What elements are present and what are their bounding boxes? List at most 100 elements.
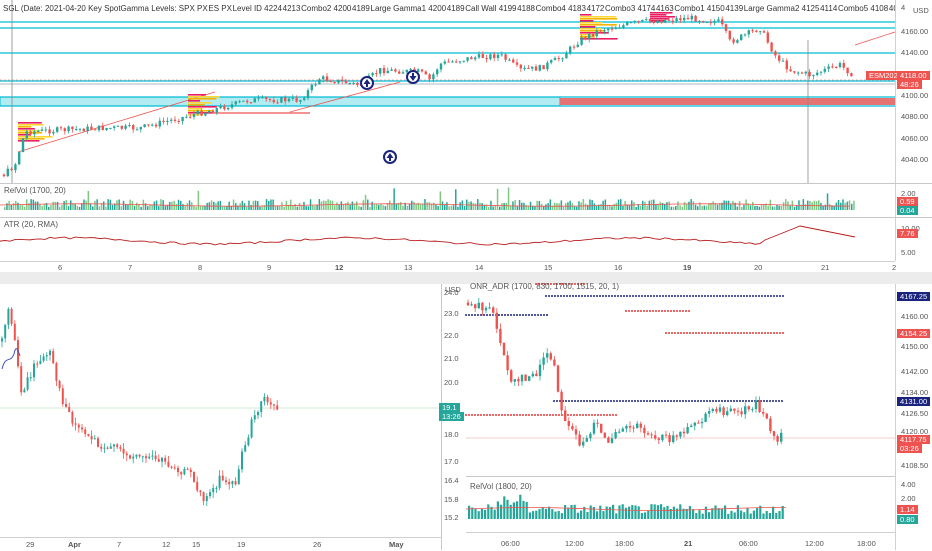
onr-level-dot bbox=[716, 332, 718, 334]
candle-body bbox=[260, 401, 263, 413]
volume-profile-bar bbox=[188, 94, 206, 96]
onr-level-dot bbox=[620, 295, 622, 297]
candle-body bbox=[386, 70, 389, 74]
candle-body bbox=[842, 63, 845, 68]
relvol-bar bbox=[703, 205, 706, 210]
candle-body bbox=[755, 30, 758, 32]
relvol-bar bbox=[501, 203, 503, 210]
relvol-bar bbox=[149, 205, 151, 210]
relvol-bar bbox=[96, 199, 98, 210]
candle-body bbox=[492, 307, 495, 313]
onr-level-dot bbox=[576, 414, 578, 416]
volume-profile-bar bbox=[580, 22, 603, 24]
candle-body bbox=[502, 342, 506, 356]
price-tick: 4160.00 bbox=[901, 27, 929, 36]
onr-level-dot bbox=[767, 295, 769, 297]
candle-body bbox=[390, 69, 393, 71]
onr-level-dot bbox=[661, 400, 663, 402]
date-tick: 26 bbox=[313, 540, 322, 549]
left-chart-panel[interactable]: 29 Apr 7 12 15 19 26 May bbox=[0, 284, 441, 550]
candle-body bbox=[208, 110, 211, 113]
relvol-bar bbox=[424, 199, 426, 210]
candle-body bbox=[177, 467, 179, 473]
relvol-bar bbox=[714, 505, 717, 519]
relvol-bar bbox=[413, 201, 415, 210]
candle-body bbox=[477, 302, 480, 309]
onr-level-dot bbox=[712, 400, 714, 402]
candle-body bbox=[199, 490, 202, 493]
candle-body bbox=[694, 15, 697, 22]
onr-level-dot bbox=[673, 310, 675, 312]
onr-level-dot bbox=[468, 314, 470, 316]
relvol-bar bbox=[164, 205, 167, 210]
relvol-bar bbox=[756, 205, 758, 210]
onr-level-dot bbox=[779, 295, 781, 297]
candle-body bbox=[44, 129, 47, 131]
relvol-bar bbox=[745, 199, 747, 210]
onr-level-dot bbox=[574, 400, 576, 402]
layout-divider[interactable] bbox=[0, 272, 932, 284]
onr-level-dot bbox=[704, 295, 706, 297]
relvol-bar bbox=[548, 506, 551, 519]
candle-body bbox=[105, 127, 108, 130]
relvol-bar bbox=[640, 513, 643, 519]
price-tick: 4040.00 bbox=[901, 155, 929, 164]
candle-body bbox=[664, 434, 668, 436]
relvol-bar bbox=[76, 205, 79, 210]
relvol-bar bbox=[842, 199, 844, 210]
left-time-axis[interactable]: 29 Apr 7 12 15 19 26 May bbox=[0, 537, 441, 551]
relvol-bar bbox=[395, 204, 398, 210]
main-price-axis[interactable]: 4 USD 4160.00 4140.00 4100.00 4080.00 40… bbox=[895, 0, 932, 183]
onr-level-dot bbox=[739, 400, 741, 402]
onr-level-dot bbox=[575, 295, 577, 297]
time-tick: 06:00 bbox=[739, 539, 758, 548]
candle-body bbox=[451, 61, 454, 63]
onr-price-plot[interactable] bbox=[465, 283, 895, 476]
onr-level-dot bbox=[688, 400, 690, 402]
left-price-plot[interactable] bbox=[0, 284, 441, 538]
relvol-bar bbox=[535, 510, 538, 519]
candle-body bbox=[470, 57, 473, 60]
relvol-bar bbox=[349, 204, 351, 210]
main-chart-panel[interactable]: SGL (Date: 2021-04-20 Key SpotGamma Leve… bbox=[0, 0, 932, 272]
candle-body bbox=[567, 421, 570, 427]
relvol-bar bbox=[738, 201, 741, 210]
onr-level-dot bbox=[746, 295, 748, 297]
relvol-bar bbox=[367, 199, 369, 210]
relvol-bar bbox=[406, 205, 409, 210]
main-price-plot[interactable] bbox=[0, 0, 896, 183]
atr-line bbox=[0, 225, 856, 246]
relvol-bar bbox=[400, 202, 402, 210]
relvol-bar bbox=[448, 206, 450, 210]
candle-body bbox=[686, 17, 690, 20]
relvol-label: RelVol (1700, 20) bbox=[4, 186, 66, 195]
relvol-bar bbox=[323, 200, 325, 210]
onr-level-dot bbox=[722, 295, 724, 297]
onr-level-dot bbox=[628, 400, 630, 402]
relvol-bar bbox=[573, 206, 576, 210]
candle-body bbox=[664, 19, 667, 23]
onr-level-dot bbox=[540, 314, 542, 316]
candle-body bbox=[52, 350, 55, 364]
candle-body bbox=[257, 412, 259, 416]
candle-body bbox=[517, 379, 520, 382]
relvol-bar bbox=[666, 202, 668, 210]
relvol-bar bbox=[87, 190, 90, 210]
onr-chart-panel[interactable]: ONR_ADR (1700, 830, 1700, 1515, 20, 1) R… bbox=[465, 282, 895, 551]
candle-body bbox=[116, 444, 119, 448]
vix-tick: 20.0 bbox=[444, 378, 459, 387]
onr-level-dot bbox=[703, 400, 705, 402]
candle-body bbox=[838, 63, 842, 68]
onr-time-axis[interactable]: 06:00 12:00 18:00 21 06:00 12:00 18:00 bbox=[466, 532, 895, 551]
zero-gamma-zone bbox=[0, 96, 561, 107]
relvol-bar bbox=[720, 508, 723, 519]
onr-level-dot bbox=[671, 295, 673, 297]
volume-profile-bar bbox=[188, 108, 203, 110]
relvol-bar bbox=[369, 206, 371, 210]
relvol-bar bbox=[364, 194, 367, 210]
onr-level-dot bbox=[719, 332, 721, 334]
relvol-bar bbox=[621, 504, 624, 519]
price-tick: 4100.00 bbox=[901, 91, 929, 100]
onr-price-tag: 4117.75 bbox=[897, 435, 930, 444]
candle-body bbox=[831, 66, 834, 68]
